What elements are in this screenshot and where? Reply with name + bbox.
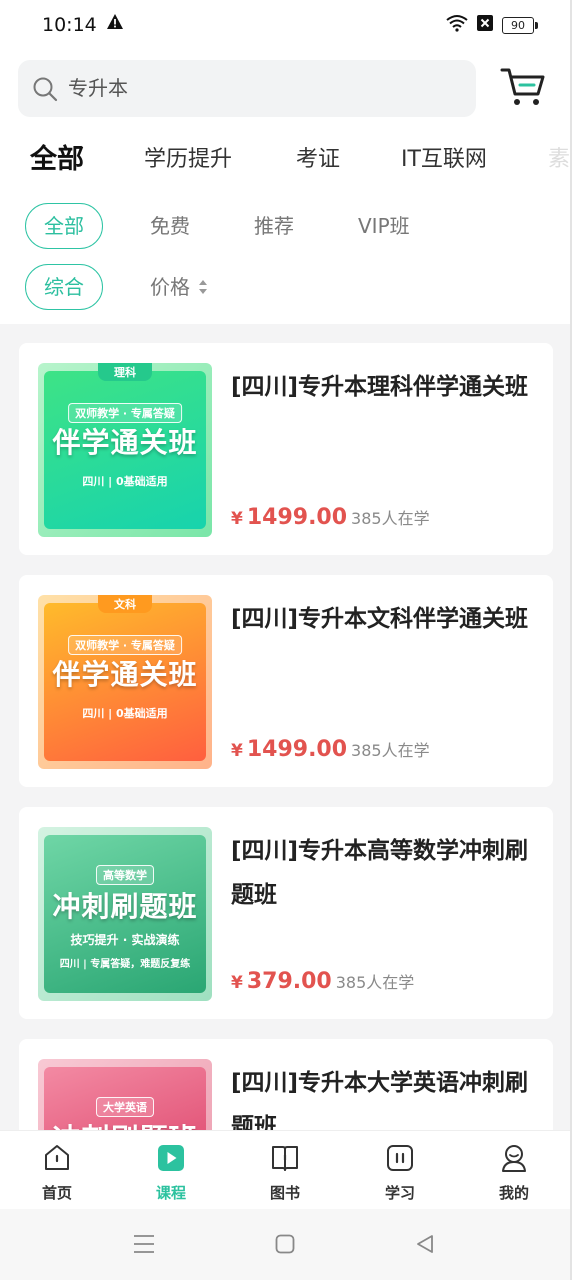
search-input[interactable]: 专升本 (68, 60, 128, 117)
price-row: ¥1499.00 385人在学 (231, 737, 430, 762)
tab-profile[interactable]: 我的 (474, 1131, 554, 1210)
bottom-tab-bar: 首页 课程 图书 学习 我的 (0, 1130, 572, 1210)
course-thumbnail: 理科 双师教学 · 专属答疑 伴学通关班 四川 | 0基础适用 (38, 363, 212, 537)
wifi-icon (446, 14, 468, 36)
course-price: ¥379.00 (231, 969, 332, 994)
course-price: ¥1499.00 (231, 505, 348, 530)
back-icon[interactable] (415, 1234, 435, 1258)
book-icon (271, 1143, 299, 1177)
play-icon (157, 1143, 185, 1177)
study-icon (386, 1143, 414, 1177)
course-card[interactable]: 文科 双师教学 · 专属答疑 伴学通关班 四川 | 0基础适用 [四川]专升本文… (19, 575, 553, 787)
course-title: [四川]专升本文科伴学通关班 (231, 606, 529, 632)
status-bar: 10:14 90 (0, 0, 572, 52)
battery-icon: 90 (502, 16, 538, 34)
home-icon (43, 1143, 71, 1177)
tab-course[interactable]: 课程 (131, 1131, 211, 1210)
warning-icon (106, 13, 124, 35)
sort-comprehensive[interactable]: 综合 (25, 264, 103, 310)
status-time: 10:14 (42, 14, 97, 36)
tab-degree[interactable]: 学历提升 (144, 140, 232, 180)
tab-certificate[interactable]: 考证 (296, 140, 340, 180)
sim-off-icon (476, 14, 494, 36)
filter-vip[interactable]: VIP班 (358, 203, 410, 249)
student-count: 385人在学 (335, 973, 415, 992)
cart-icon[interactable] (500, 66, 546, 112)
user-icon (500, 1143, 528, 1177)
tab-books[interactable]: 图书 (245, 1131, 325, 1210)
sort-price-label: 价格 (150, 275, 190, 299)
tab-partial[interactable]: 素 (548, 140, 570, 180)
course-title: [四川]专升本高等数学冲刺刷题班 (231, 838, 529, 908)
course-title: [四川]专升本理科伴学通关班 (231, 374, 529, 400)
sort-price[interactable]: 价格 (150, 264, 208, 312)
home-square-icon[interactable] (275, 1234, 295, 1258)
price-row: ¥1499.00 385人在学 (231, 505, 430, 530)
course-thumbnail: 文科 双师教学 · 专属答疑 伴学通关班 四川 | 0基础适用 (38, 595, 212, 769)
filter-recommended[interactable]: 推荐 (254, 203, 294, 249)
category-tabs: 全部 学历提升 考证 IT互联网 素 (0, 140, 572, 184)
sort-arrows-icon (198, 266, 208, 312)
filter-all[interactable]: 全部 (25, 203, 103, 249)
header: 专升本 全部 学历提升 考证 IT互联网 素 全部 免费 推荐 VIP班 综合 … (0, 52, 572, 324)
course-list: 理科 双师教学 · 专属答疑 伴学通关班 四川 | 0基础适用 [四川]专升本理… (0, 324, 572, 1130)
course-card[interactable]: 理科 双师教学 · 专属答疑 伴学通关班 四川 | 0基础适用 [四川]专升本理… (19, 343, 553, 555)
student-count: 385人在学 (351, 741, 430, 760)
tab-it[interactable]: IT互联网 (401, 140, 487, 180)
student-count: 385人在学 (351, 509, 430, 528)
course-card[interactable]: 高等数学 冲刺刷题班 技巧提升 · 实战演练 四川 | 专属答疑，难题反复练 [… (19, 807, 553, 1019)
price-row: ¥379.00 385人在学 (231, 969, 414, 994)
search-icon (32, 76, 58, 106)
course-thumbnail: 高等数学 冲刺刷题班 技巧提升 · 实战演练 四川 | 专属答疑，难题反复练 (38, 827, 212, 1001)
tab-study[interactable]: 学习 (360, 1131, 440, 1210)
search-bar[interactable]: 专升本 (18, 60, 476, 117)
course-price: ¥1499.00 (231, 737, 348, 762)
tab-all[interactable]: 全部 (30, 140, 84, 180)
menu-icon[interactable] (133, 1234, 155, 1258)
course-title: [四川]专升本大学英语冲刺刷题班 (231, 1070, 529, 1130)
filter-free[interactable]: 免费 (150, 203, 190, 249)
system-nav-bar (0, 1209, 572, 1280)
course-thumbnail: 大学英语 冲刺刷题班 (38, 1059, 212, 1130)
course-card[interactable]: 大学英语 冲刺刷题班 [四川]专升本大学英语冲刺刷题班 (19, 1039, 553, 1130)
tab-home[interactable]: 首页 (17, 1131, 97, 1210)
